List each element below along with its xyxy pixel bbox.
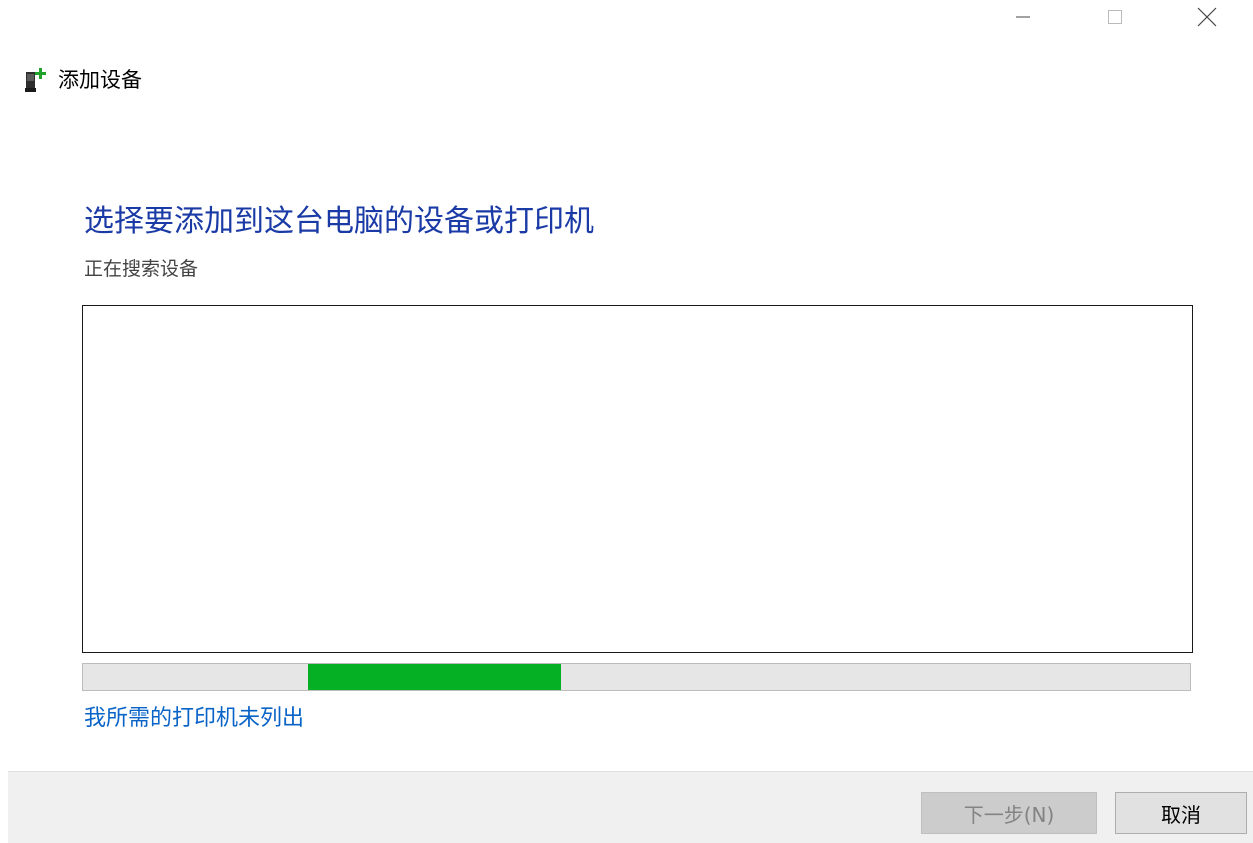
device-list[interactable] — [82, 305, 1193, 653]
minimize-icon — [1016, 16, 1030, 18]
cancel-button[interactable]: 取消 — [1115, 792, 1247, 834]
maximize-icon — [1108, 10, 1122, 24]
close-icon — [1197, 7, 1217, 27]
page-heading: 选择要添加到这台电脑的设备或打印机 — [84, 204, 594, 239]
next-button[interactable]: 下一步(N) — [921, 792, 1097, 834]
app-header: 添加设备 — [24, 64, 142, 96]
close-button[interactable] — [1161, 0, 1253, 34]
printer-not-listed-link[interactable]: 我所需的打印机未列出 — [84, 702, 304, 736]
footer-bar: 下一步(N) 取消 — [8, 771, 1253, 843]
maximize-button[interactable] — [1069, 0, 1161, 34]
search-status: 正在搜索设备 — [84, 258, 199, 280]
progress-indicator — [307, 664, 562, 690]
device-add-icon — [25, 68, 46, 92]
add-device-window: 添加设备 选择要添加到这台电脑的设备或打印机 正在搜索设备 我所需的打印机未列出… — [0, 0, 1253, 843]
title-bar-controls — [977, 0, 1253, 34]
search-progress-bar — [82, 663, 1191, 691]
minimize-button[interactable] — [977, 0, 1069, 34]
window-title: 添加设备 — [58, 68, 142, 92]
